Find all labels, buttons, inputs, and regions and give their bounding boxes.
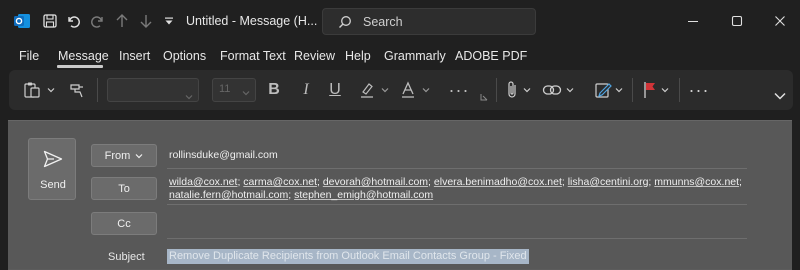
chevron-down-icon — [242, 87, 250, 99]
from-value: rollinsduke@gmail.com — [169, 149, 278, 161]
customize-toolbar-icon[interactable] — [162, 11, 176, 31]
font-name-select[interactable] — [107, 78, 199, 102]
close-icon[interactable] — [770, 11, 790, 31]
maximize-icon[interactable] — [727, 11, 747, 31]
title-bar: Untitled - Message (H... Search — [0, 0, 800, 42]
recipient[interactable]: carma@cox.net — [243, 176, 317, 188]
attach-file-icon[interactable] — [503, 79, 521, 101]
menu-format-text[interactable]: Format Text — [220, 49, 286, 63]
font-size-select[interactable]: 11 — [212, 78, 256, 102]
more-commands-button[interactable]: ··· — [687, 79, 711, 101]
send-label: Send — [40, 179, 66, 191]
ribbon-separator — [679, 78, 680, 102]
font-size-value: 11 — [219, 83, 231, 95]
paste-icon[interactable] — [21, 79, 43, 101]
field-divider — [167, 204, 747, 205]
recipient[interactable]: stephen_emigh@hotmail.com — [294, 189, 433, 201]
font-color-dropdown-chevron-icon[interactable] — [420, 79, 432, 101]
menu-message[interactable]: Message — [58, 49, 109, 63]
field-divider — [167, 238, 747, 239]
from-label: From — [104, 149, 131, 162]
recipient[interactable]: wilda@cox.net — [169, 176, 237, 188]
recipient[interactable]: lisha@centini.org — [568, 176, 649, 188]
to-recipients-field[interactable]: wilda@cox.net; carma@cox.net; devorah@ho… — [169, 176, 742, 202]
format-painter-icon[interactable] — [66, 79, 88, 101]
ribbon-separator — [632, 78, 633, 102]
search-placeholder: Search — [363, 15, 403, 29]
menu-file[interactable]: File — [19, 49, 39, 63]
menu-options[interactable]: Options — [163, 49, 206, 63]
arrow-down-icon[interactable] — [136, 11, 156, 31]
expand-ribbon-chevron-icon[interactable] — [773, 90, 787, 102]
send-button[interactable]: Send — [28, 138, 76, 200]
subject-label: Subject — [108, 251, 145, 263]
link-icon[interactable] — [541, 79, 563, 101]
recipient[interactable]: natalie.fern@hotmail.com — [169, 189, 288, 201]
menu-insert[interactable]: Insert — [119, 49, 150, 63]
font-color-icon[interactable] — [397, 79, 419, 101]
signature-icon[interactable] — [592, 79, 614, 101]
window-title: Untitled - Message (H... — [186, 14, 318, 28]
dialog-launcher-icon[interactable] — [479, 92, 489, 102]
bold-button[interactable]: B — [265, 79, 283, 101]
menu-review[interactable]: Review — [294, 49, 335, 63]
field-divider — [167, 168, 747, 169]
flag-icon[interactable] — [641, 79, 659, 101]
recipient[interactable]: mmunns@cox.net — [654, 176, 739, 188]
recipient[interactable]: elvera.benimadho@cox.net — [434, 176, 562, 188]
message-header: Send From rollinsduke@gmail.com To wilda… — [8, 120, 792, 270]
menu-bar: File Message Insert Options Format Text … — [0, 42, 800, 70]
undo-icon[interactable] — [63, 11, 83, 31]
paste-dropdown-chevron-icon[interactable] — [45, 79, 57, 101]
menu-grammarly[interactable]: Grammarly — [384, 49, 446, 63]
chevron-down-icon — [135, 150, 143, 162]
cc-button[interactable]: Cc — [91, 212, 157, 235]
to-recipients-line-2: natalie.fern@hotmail.com; stephen_emigh@… — [169, 189, 434, 201]
chevron-down-icon — [185, 87, 193, 105]
menu-help[interactable]: Help — [345, 49, 371, 63]
link-dropdown-chevron-icon[interactable] — [564, 79, 576, 101]
attach-dropdown-chevron-icon[interactable] — [521, 79, 533, 101]
active-tab-indicator — [57, 65, 103, 68]
underline-button[interactable]: U — [326, 79, 344, 101]
to-label: To — [118, 182, 130, 195]
arrow-up-icon[interactable] — [112, 11, 132, 31]
minimize-icon[interactable] — [683, 11, 703, 31]
compose-area: Send From rollinsduke@gmail.com To wilda… — [0, 114, 800, 270]
from-button[interactable]: From — [91, 144, 157, 167]
recipient[interactable]: devorah@hotmail.com — [323, 176, 428, 188]
menu-adobe-pdf[interactable]: ADOBE PDF — [455, 49, 527, 63]
send-icon — [43, 150, 63, 173]
search-box[interactable]: Search — [322, 8, 536, 35]
ribbon-toolbar: 11 B I U ··· ··· — [9, 70, 793, 110]
subject-input[interactable]: Remove Duplicate Recipients from Outlook… — [167, 249, 529, 264]
cc-label: Cc — [117, 217, 131, 230]
ribbon-separator — [496, 78, 497, 102]
ribbon-separator — [97, 78, 98, 102]
italic-button[interactable]: I — [297, 79, 315, 101]
save-icon[interactable] — [40, 11, 60, 31]
flag-dropdown-chevron-icon[interactable] — [659, 79, 671, 101]
more-formatting-button[interactable]: ··· — [447, 79, 471, 101]
highlight-icon[interactable] — [356, 79, 378, 101]
signature-dropdown-chevron-icon[interactable] — [613, 79, 625, 101]
highlight-dropdown-chevron-icon[interactable] — [379, 79, 391, 101]
outlook-app-icon[interactable] — [12, 11, 32, 31]
to-button[interactable]: To — [91, 177, 157, 200]
search-icon — [338, 15, 352, 34]
redo-icon[interactable] — [88, 11, 108, 31]
to-recipients-line-1: wilda@cox.net; carma@cox.net; devorah@ho… — [169, 176, 742, 188]
